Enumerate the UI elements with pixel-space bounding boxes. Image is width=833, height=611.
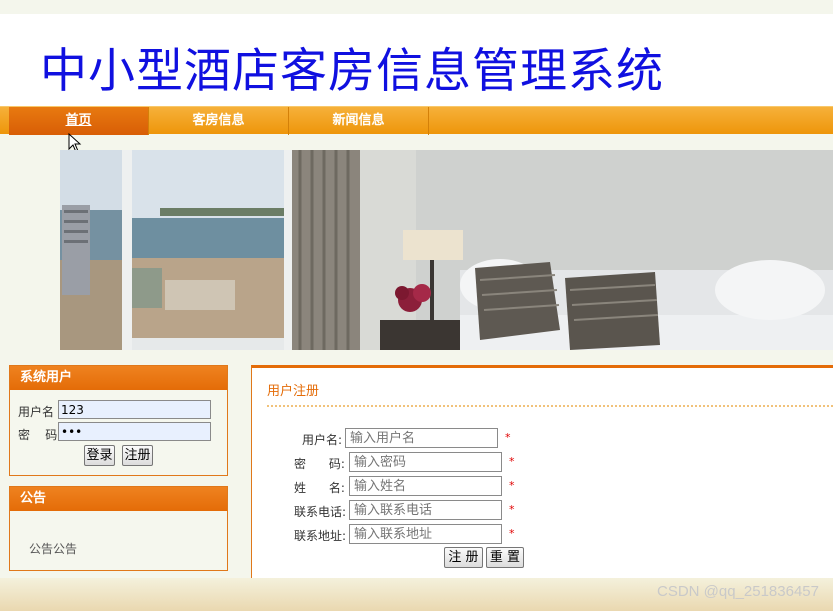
- login-password-input[interactable]: [58, 422, 211, 441]
- nav-bar: 首页 客房信息 新闻信息: [0, 106, 833, 135]
- login-button[interactable]: 登录: [84, 445, 115, 466]
- required-mark: *: [509, 455, 515, 468]
- register-submit-button[interactable]: 注 册: [444, 547, 483, 568]
- nav-item-home[interactable]: 首页: [9, 107, 149, 135]
- watermark: CSDN @qq_251836457: [656, 583, 819, 600]
- nav-item-rooms[interactable]: 客房信息: [149, 107, 289, 135]
- required-mark: *: [509, 527, 515, 540]
- register-link-button[interactable]: 注册: [122, 445, 153, 466]
- field-label-phone: 联系电话:: [294, 505, 347, 519]
- notice-text: 公告公告: [29, 542, 78, 556]
- field-label-name: 姓 名:: [294, 481, 345, 495]
- top-strip: [0, 0, 833, 14]
- register-username-input[interactable]: [345, 428, 498, 448]
- register-password-input[interactable]: [349, 452, 502, 472]
- field-label-password: 密 码:: [294, 457, 345, 471]
- username-label: 用户名: [18, 405, 55, 419]
- title-divider: [267, 405, 833, 407]
- register-name-input[interactable]: [349, 476, 502, 496]
- login-panel: 系统用户 用户名 密 码 登录 注册: [9, 365, 228, 476]
- field-label-address: 联系地址:: [294, 529, 347, 543]
- register-address-input[interactable]: [349, 524, 502, 544]
- site-title: 中小型酒店客房信息管理系统: [40, 44, 664, 99]
- banner-image: [60, 150, 833, 350]
- field-label-username: 用户名:: [302, 433, 343, 447]
- notice-panel-header: 公告: [10, 487, 227, 511]
- required-mark: *: [505, 431, 511, 444]
- header: 中小型酒店客房信息管理系统: [0, 14, 833, 106]
- notice-panel: 公告 公告公告: [9, 486, 228, 571]
- register-phone-input[interactable]: [349, 500, 502, 520]
- login-username-input[interactable]: [58, 400, 211, 419]
- required-mark: *: [509, 503, 515, 516]
- login-panel-header: 系统用户: [10, 366, 227, 390]
- register-reset-button[interactable]: 重 置: [486, 547, 524, 568]
- register-title: 用户注册: [267, 384, 320, 399]
- register-panel: 用户注册 用户名: * 密 码: * 姓 名: * 联系电话: * 联系地址: …: [251, 365, 833, 591]
- hotel-room-photo: [60, 150, 833, 350]
- password-label: 密 码: [18, 428, 58, 442]
- nav-item-news[interactable]: 新闻信息: [289, 107, 429, 135]
- required-mark: *: [509, 479, 515, 492]
